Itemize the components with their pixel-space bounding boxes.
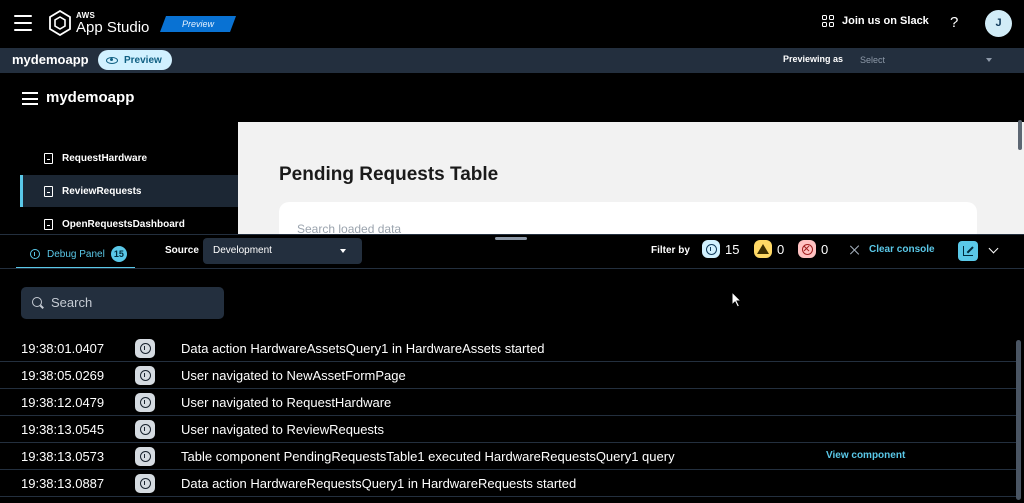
log-row: 19:38:13.0887 Data action HardwareRequest… [0, 470, 1016, 497]
previewing-as-label: Previewing as [783, 54, 844, 64]
log-message: Data action HardwareAssetsQuery1 in Hard… [181, 341, 545, 356]
popout-button[interactable] [958, 241, 978, 261]
caret-down-icon [986, 58, 992, 62]
grid-icon [822, 15, 834, 27]
avatar[interactable]: J [985, 10, 1012, 37]
app-header: mydemoapp Preview Previewing as Select [0, 48, 1024, 73]
nav-item-requesthardware[interactable]: RequestHardware [20, 142, 238, 174]
page-icon [44, 152, 53, 164]
log-row: 19:38:05.0269 User navigated to NewAssetF… [0, 362, 1016, 389]
previewing-as-value: Select [860, 55, 886, 65]
filter-label: Filter by [651, 245, 690, 256]
source-label: Source [165, 245, 199, 256]
divider [0, 268, 1024, 269]
log-message: Table component PendingRequestsTable1 ex… [181, 449, 675, 464]
slack-label: Join us on Slack [842, 15, 929, 27]
menu-icon[interactable] [14, 15, 32, 31]
cube-logo-icon [49, 10, 71, 36]
nav-item-label: RequestHardware [62, 152, 148, 164]
debug-count-badge: 15 [110, 246, 127, 262]
eye-icon [106, 56, 118, 64]
info-count: 15 [725, 241, 740, 257]
search-icon [32, 297, 42, 307]
caret-down-icon [340, 249, 346, 253]
nav-item-label: OpenRequestsDashboard [62, 218, 185, 230]
warning-count: 0 [777, 241, 785, 257]
view-component-link[interactable]: View component [826, 450, 905, 461]
debug-tab-label: Debug Panel [47, 248, 105, 260]
info-icon [135, 447, 155, 466]
preview-pill[interactable]: Preview [98, 50, 172, 70]
clear-console-button[interactable]: Clear console [850, 244, 935, 255]
log-message: User navigated to ReviewRequests [181, 422, 385, 437]
debug-scrollbar[interactable] [1016, 340, 1021, 500]
top-bar: AWS App Studio Preview Join us on Slack … [0, 0, 1024, 48]
app-studio-logo[interactable]: AWS App Studio [48, 10, 149, 36]
log-row: 19:38:12.0479 User navigated to RequestHa… [0, 389, 1016, 416]
info-icon [135, 366, 155, 385]
canvas-header: mydemoapp [0, 73, 1024, 122]
canvas-menu-icon[interactable] [22, 92, 38, 105]
debug-panel: Debug Panel 15 Source Development Filter… [0, 234, 1024, 503]
close-icon [850, 245, 860, 255]
canvas-app-title: mydemoapp [46, 89, 135, 106]
error-icon [798, 240, 816, 258]
log-timestamp: 19:38:01.0407 [21, 341, 105, 356]
preview-badge: Preview [160, 16, 236, 32]
log-timestamp: 19:38:13.0887 [21, 476, 105, 491]
log-timestamp: 19:38:12.0479 [21, 395, 105, 410]
source-value: Development [213, 245, 272, 256]
log-row: 19:38:01.0407 Data action HardwareAssetsQ… [0, 335, 1016, 362]
app-name: mydemoapp [12, 52, 89, 67]
filter-error-toggle[interactable]: 0 [798, 240, 828, 258]
nav-item-reviewrequests[interactable]: ReviewRequests [20, 175, 238, 207]
resize-handle[interactable] [495, 237, 527, 240]
filter-info-toggle[interactable]: 15 [702, 240, 739, 258]
warning-icon [754, 240, 772, 258]
external-link-icon [963, 246, 973, 256]
join-slack-link[interactable]: Join us on Slack [822, 15, 929, 27]
page-scrollbar[interactable] [1018, 120, 1022, 150]
chevron-down-icon[interactable] [988, 243, 999, 254]
filter-warning-toggle[interactable]: 0 [754, 240, 784, 258]
search-placeholder: Search [51, 295, 93, 310]
info-icon [30, 249, 40, 259]
info-icon [135, 339, 155, 358]
logo-app-text: App Studio [76, 18, 150, 36]
tab-debug-panel[interactable]: Debug Panel 15 [16, 241, 135, 269]
log-row: 19:38:13.0573 Table component PendingRequ… [0, 443, 1016, 470]
preview-pill-label: Preview [124, 54, 162, 66]
page-content: Pending Requests Table Search loaded dat… [238, 122, 1024, 242]
page-icon [44, 218, 53, 230]
page-navigation: RequestHardware ReviewRequests OpenReque… [0, 122, 238, 234]
log-message: Data action HardwareRequestsQuery1 in Ha… [181, 476, 577, 491]
info-icon [702, 240, 720, 258]
info-icon [135, 393, 155, 412]
page-icon [44, 185, 53, 197]
mouse-cursor-icon [731, 291, 743, 308]
debug-search-input[interactable]: Search [21, 287, 224, 319]
page-title: Pending Requests Table [279, 164, 499, 185]
clear-console-label: Clear console [869, 244, 935, 255]
log-timestamp: 19:38:13.0545 [21, 422, 105, 437]
log-message: User navigated to RequestHardware [181, 395, 392, 410]
source-select[interactable]: Development [203, 238, 362, 264]
log-message: User navigated to NewAssetFormPage [181, 368, 406, 383]
previewing-as-select[interactable]: Select [854, 50, 998, 70]
info-icon [135, 420, 155, 439]
info-icon [135, 474, 155, 493]
error-count: 0 [821, 241, 829, 257]
log-row: 19:38:13.0545 User navigated to ReviewReq… [0, 416, 1016, 443]
log-timestamp: 19:38:13.0573 [21, 449, 105, 464]
help-icon[interactable]: ? [950, 14, 958, 31]
nav-item-label: ReviewRequests [62, 185, 142, 197]
log-timestamp: 19:38:05.0269 [21, 368, 105, 383]
